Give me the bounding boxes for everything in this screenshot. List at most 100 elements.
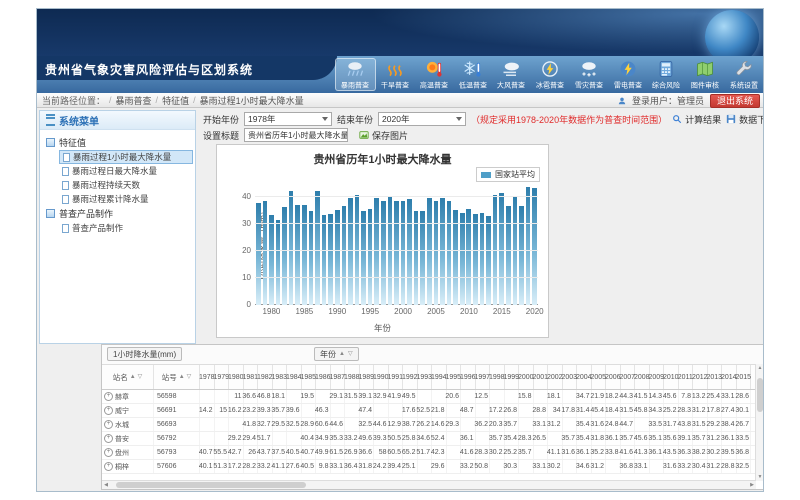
chart-bar[interactable] [440, 198, 445, 305]
nav-item-7[interactable]: 雪灾普查 [569, 58, 608, 91]
measure-field-pill[interactable]: 1小时降水量(mm) [107, 347, 182, 361]
column-header-station-name[interactable]: 站名▲▽ [102, 365, 154, 389]
nav-item-11[interactable]: 系统设置 [724, 58, 763, 91]
nav-item-5[interactable]: 大风普查 [492, 58, 531, 91]
sort-asc-icon[interactable]: ▲ [339, 351, 345, 357]
scroll-up-icon[interactable]: ▲ [756, 364, 764, 372]
chart-legend[interactable]: 国家站平均 [476, 167, 540, 182]
column-header-year[interactable]: 2003 [563, 365, 578, 389]
chart-bar[interactable] [256, 203, 261, 305]
column-header-year[interactable]: 1989 [360, 365, 375, 389]
column-header-station-id[interactable]: 站号▲▽ [154, 365, 200, 389]
breadcrumb-part[interactable]: 暴雨普查 [116, 94, 152, 107]
chart-bar[interactable] [322, 215, 327, 305]
table-horizontal-scrollbar[interactable]: ◀ ▶ [102, 480, 756, 489]
data-download-button[interactable]: 数据下载 [726, 113, 764, 126]
column-header-year[interactable]: 2009 [650, 365, 665, 389]
tree-group-2[interactable]: 普查产品制作 [46, 206, 193, 221]
column-header-year[interactable]: 2002 [548, 365, 563, 389]
column-header-year[interactable]: 1982 [258, 365, 273, 389]
column-header-year[interactable]: 1990 [374, 365, 389, 389]
chart-bar[interactable] [374, 198, 379, 305]
filter-icon[interactable]: ▽ [138, 374, 143, 380]
column-header-year[interactable]: 1981 [244, 365, 259, 389]
table-vertical-scrollbar[interactable]: ▲ ▼ [755, 364, 764, 481]
chart-bar[interactable] [486, 216, 491, 305]
chart-bar[interactable] [289, 191, 294, 305]
column-header-year[interactable]: 1983 [273, 365, 288, 389]
chart-bar[interactable] [480, 213, 485, 305]
column-header-year[interactable]: 1991 [389, 365, 404, 389]
chart-bar[interactable] [407, 199, 412, 305]
scroll-down-icon[interactable]: ▼ [756, 473, 764, 481]
sidebar-item[interactable]: 普查产品制作 [59, 221, 193, 235]
nav-item-3[interactable]: 高温普查 [414, 58, 453, 91]
column-header-year[interactable]: 1992 [403, 365, 418, 389]
breadcrumb-part[interactable]: 暴雨过程1小时最大降水量 [200, 94, 304, 107]
expand-row-icon[interactable]: + [104, 434, 113, 443]
chart-bar[interactable] [342, 206, 347, 305]
column-header-year[interactable]: 1978 [200, 365, 215, 389]
column-header-year[interactable]: 1994 [432, 365, 447, 389]
horizontal-scroll-thumb[interactable] [116, 482, 306, 488]
column-header-year[interactable]: 1998 [490, 365, 505, 389]
expand-row-icon[interactable]: + [104, 406, 113, 415]
nav-item-2[interactable]: 干旱普查 [376, 58, 415, 91]
column-header-year[interactable]: 2001 [534, 365, 549, 389]
chart-bar[interactable] [473, 214, 478, 305]
nav-item-9[interactable]: 综合风险 [647, 58, 686, 91]
column-header-year[interactable]: 2015 [737, 365, 752, 389]
sidebar-item[interactable]: 暴雨过程日最大降水量 [59, 164, 193, 178]
column-field-pill[interactable]: 年份 ▲ ▽ [314, 347, 359, 361]
expand-row-icon[interactable]: + [104, 392, 113, 401]
end-year-select[interactable]: 2020年 [378, 112, 466, 126]
column-header-year[interactable]: 2008 [635, 365, 650, 389]
chart-bar[interactable] [427, 198, 432, 305]
sort-asc-icon[interactable]: ▲ [179, 374, 185, 380]
filter-icon[interactable]: ▽ [348, 351, 353, 357]
chart-bar[interactable] [526, 187, 531, 305]
chart-bar[interactable] [388, 197, 393, 305]
calc-result-button[interactable]: 计算结果 [672, 113, 721, 126]
sidebar-item[interactable]: 暴雨过程1小时最大降水量 [59, 150, 193, 164]
column-header-year[interactable]: 2007 [621, 365, 636, 389]
scroll-left-icon[interactable]: ◀ [102, 481, 110, 489]
nav-item-6[interactable]: 冰雹普查 [531, 58, 570, 91]
nav-item-10[interactable]: 图件审核 [686, 58, 725, 91]
sidebar-item[interactable]: 暴雨过程持续天数 [59, 178, 193, 192]
column-header-year[interactable]: 1979 [215, 365, 230, 389]
breadcrumb-part[interactable]: 特征值 [162, 94, 189, 107]
chart-bar[interactable] [381, 201, 386, 305]
filter-icon[interactable]: ▽ [187, 374, 192, 380]
chart-bar[interactable] [401, 201, 406, 305]
column-header-year[interactable]: 1996 [461, 365, 476, 389]
chart-bar[interactable] [499, 193, 504, 306]
chart-bar[interactable] [276, 220, 281, 305]
chart-bar[interactable] [328, 214, 333, 305]
tree-group-1[interactable]: 特征值 [46, 135, 193, 150]
column-header-year[interactable]: 2011 [679, 365, 694, 389]
chart-bar[interactable] [348, 198, 353, 305]
chart-bar[interactable] [394, 201, 399, 305]
start-year-select[interactable]: 1978年 [244, 112, 332, 126]
column-header-year[interactable]: 2005 [592, 365, 607, 389]
logout-button[interactable]: 退出系统 [710, 94, 760, 108]
expand-row-icon[interactable]: + [104, 420, 113, 429]
nav-item-1[interactable]: 暴雨普查 [335, 58, 376, 91]
chart-bar[interactable] [302, 205, 307, 305]
sidebar-item[interactable]: 暴雨过程累计降水量 [59, 192, 193, 206]
column-header-year[interactable]: 1997 [476, 365, 491, 389]
scroll-right-icon[interactable]: ▶ [748, 481, 756, 489]
chart-bar[interactable] [447, 201, 452, 305]
vertical-scroll-thumb[interactable] [757, 378, 763, 412]
column-header-year[interactable]: 1986 [316, 365, 331, 389]
chart-bar[interactable] [453, 210, 458, 305]
nav-item-4[interactable]: 低温普查 [453, 58, 492, 91]
chart-bar[interactable] [361, 211, 366, 305]
column-header-year[interactable]: 1984 [287, 365, 302, 389]
column-header-year[interactable]: 2014 [722, 365, 737, 389]
column-header-year[interactable]: 2013 [708, 365, 723, 389]
expand-row-icon[interactable]: + [104, 448, 113, 457]
chart-bar[interactable] [420, 211, 425, 305]
nav-item-8[interactable]: 雷电普查 [608, 58, 647, 91]
